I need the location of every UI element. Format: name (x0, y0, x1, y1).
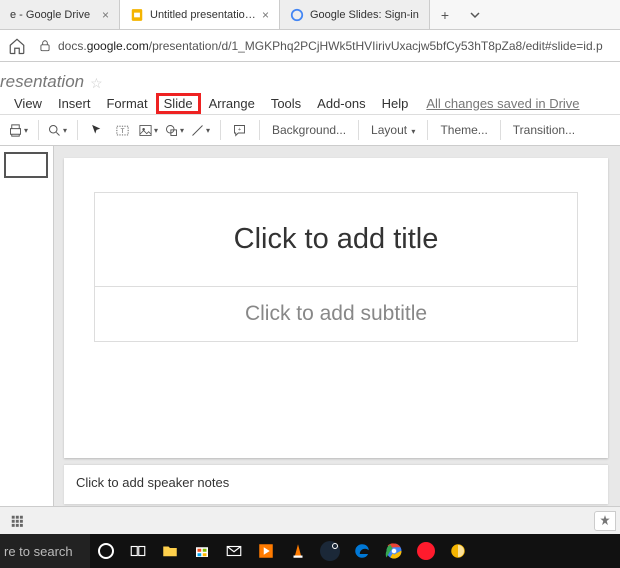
background-button[interactable]: Background... (266, 123, 352, 137)
slide-canvas[interactable]: Click to add title Click to add subtitle (64, 158, 608, 458)
layout-label: Layout (371, 123, 407, 137)
browser-tab-slides[interactable]: Untitled presentation - × (120, 0, 280, 29)
url-prefix: docs. (58, 39, 87, 53)
task-view-icon[interactable] (122, 534, 154, 568)
mail-icon[interactable] (218, 534, 250, 568)
comment-icon[interactable]: + (227, 118, 251, 142)
svg-text:+: + (237, 127, 240, 133)
google-favicon-icon (290, 8, 304, 22)
menu-insert[interactable]: Insert (50, 94, 99, 113)
menu-view[interactable]: View (6, 94, 50, 113)
cortana-icon[interactable] (90, 534, 122, 568)
windows-taskbar: re to search (0, 534, 620, 568)
zoom-icon[interactable]: ▾ (45, 118, 69, 142)
menu-format[interactable]: Format (98, 94, 155, 113)
address-bar: docs.google.com/presentation/d/1_MGKPhq2… (0, 30, 620, 62)
steam-icon[interactable] (314, 534, 346, 568)
menu-addons[interactable]: Add-ons (309, 94, 373, 113)
print-icon[interactable]: ▾ (6, 118, 30, 142)
browser-tab-drive[interactable]: e - Google Drive × (0, 0, 120, 29)
shape-icon[interactable]: ▾ (162, 118, 186, 142)
new-tab-button[interactable]: + (430, 0, 460, 29)
browser-tab-signin[interactable]: Google Slides: Sign-in (280, 0, 430, 29)
workspace: Click to add title Click to add subtitle… (0, 146, 620, 506)
bottom-bar (0, 506, 620, 534)
transition-button[interactable]: Transition... (507, 123, 581, 137)
toolbar: ▾ ▾ T ▾ ▾ ▾ + Background... Layout ▾ The… (0, 114, 620, 146)
opera-icon[interactable] (410, 534, 442, 568)
slide-thumbnail[interactable] (4, 152, 48, 178)
browser-tabs-bar: e - Google Drive × Untitled presentation… (0, 0, 620, 30)
file-explorer-icon[interactable] (154, 534, 186, 568)
tab-label: e - Google Drive (10, 9, 96, 21)
media-icon[interactable] (250, 534, 282, 568)
title-placeholder[interactable]: Click to add title (94, 192, 578, 286)
tab-label: Google Slides: Sign-in (310, 9, 419, 21)
chrome-icon[interactable] (378, 534, 410, 568)
menu-bar: View Insert Format Slide Arrange Tools A… (0, 92, 620, 114)
url-path: /presentation/d/1_MGKPhq2PCjHWk5tHVIiriv… (149, 39, 603, 53)
save-status[interactable]: All changes saved in Drive (426, 96, 579, 111)
app-icon[interactable] (442, 534, 474, 568)
vlc-icon[interactable] (282, 534, 314, 568)
lock-icon[interactable] (38, 39, 52, 53)
layout-button[interactable]: Layout ▾ (365, 123, 421, 137)
line-icon[interactable]: ▾ (188, 118, 212, 142)
slides-favicon-icon (130, 8, 144, 22)
apps-grid-icon[interactable] (10, 514, 24, 528)
menu-tools[interactable]: Tools (263, 94, 309, 113)
explore-button[interactable] (594, 511, 616, 531)
home-icon[interactable] (8, 37, 26, 55)
image-icon[interactable]: ▾ (136, 118, 160, 142)
menu-arrange[interactable]: Arrange (201, 94, 263, 113)
theme-button[interactable]: Theme... (434, 123, 493, 137)
url-text[interactable]: docs.google.com/presentation/d/1_MGKPhq2… (58, 39, 612, 53)
svg-text:T: T (120, 128, 124, 135)
document-title[interactable]: resentation (0, 72, 84, 92)
select-icon[interactable] (84, 118, 108, 142)
tabs-dropdown-icon[interactable] (460, 0, 490, 29)
edge-icon[interactable] (346, 534, 378, 568)
speaker-notes[interactable]: Click to add speaker notes (64, 464, 608, 504)
star-icon[interactable]: ☆ (90, 75, 103, 92)
subtitle-placeholder[interactable]: Click to add subtitle (94, 286, 578, 342)
menu-help[interactable]: Help (374, 94, 417, 113)
close-icon[interactable]: × (102, 8, 109, 22)
textbox-icon[interactable]: T (110, 118, 134, 142)
canvas-area: Click to add title Click to add subtitle… (54, 146, 620, 506)
close-icon[interactable]: × (262, 8, 269, 22)
url-host: google.com (87, 39, 149, 53)
slide-thumbnails-panel (0, 146, 54, 506)
taskbar-search[interactable]: re to search (0, 534, 90, 568)
document-header: resentation ☆ (0, 62, 620, 92)
menu-slide[interactable]: Slide (156, 93, 201, 114)
tab-label: Untitled presentation - (150, 9, 256, 21)
store-icon[interactable] (186, 534, 218, 568)
